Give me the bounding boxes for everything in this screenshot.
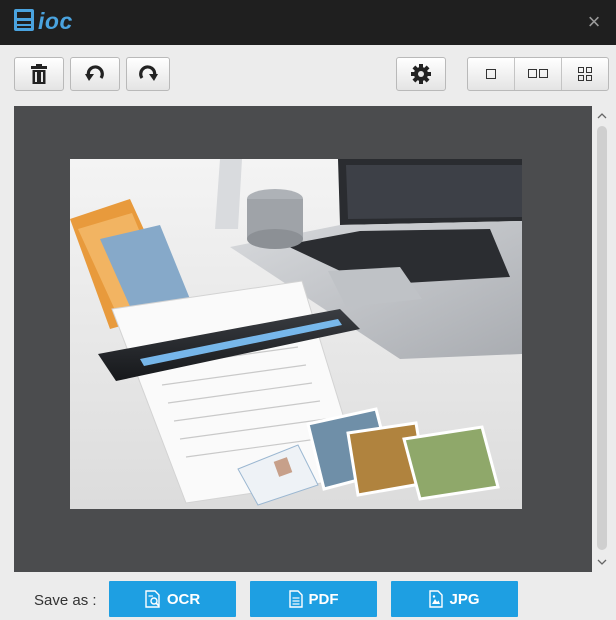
scroll-up-arrow[interactable] bbox=[592, 108, 612, 124]
save-ocr-button[interactable]: OCR bbox=[109, 581, 236, 617]
grid-icon bbox=[578, 67, 592, 81]
two-page-view-button[interactable] bbox=[515, 58, 562, 90]
view-mode-group bbox=[467, 57, 609, 91]
close-button[interactable]: × bbox=[580, 8, 608, 36]
scanned-image[interactable] bbox=[70, 159, 522, 509]
delete-button[interactable] bbox=[14, 57, 64, 91]
grid-view-button[interactable] bbox=[562, 58, 608, 90]
chevron-down-icon bbox=[597, 559, 607, 565]
save-ocr-label: OCR bbox=[166, 590, 201, 608]
app-logo-icon bbox=[14, 9, 34, 31]
rotate-left-button[interactable] bbox=[70, 57, 120, 91]
save-jpg-button[interactable]: JPG bbox=[391, 581, 518, 617]
rotate-left-icon bbox=[85, 65, 104, 81]
chevron-up-icon bbox=[597, 113, 607, 119]
settings-button[interactable] bbox=[396, 57, 446, 91]
app-name: ioc bbox=[38, 8, 73, 34]
two-page-icon bbox=[528, 69, 548, 78]
title-bar: ioc × bbox=[0, 0, 616, 45]
ocr-doc-icon bbox=[145, 590, 160, 608]
save-bar: Save as : OCR PDF JPG bbox=[0, 572, 616, 620]
rotate-right-button[interactable] bbox=[126, 57, 170, 91]
save-pdf-label: PDF bbox=[308, 590, 339, 608]
scrollbar-thumb[interactable] bbox=[597, 126, 607, 550]
toolbar bbox=[0, 45, 616, 105]
scroll-down-arrow[interactable] bbox=[592, 554, 612, 570]
save-as-label: Save as : bbox=[34, 592, 97, 609]
trash-icon bbox=[31, 64, 47, 84]
single-page-icon bbox=[486, 69, 496, 79]
pdf-doc-icon bbox=[288, 590, 303, 608]
gear-icon bbox=[411, 64, 431, 84]
scanner-photo bbox=[70, 159, 522, 509]
single-page-view-button[interactable] bbox=[468, 58, 515, 90]
image-doc-icon bbox=[429, 590, 444, 608]
rotate-right-icon bbox=[139, 65, 158, 81]
save-jpg-label: JPG bbox=[449, 590, 480, 608]
vertical-scrollbar[interactable] bbox=[592, 106, 612, 572]
save-pdf-button[interactable]: PDF bbox=[250, 581, 377, 617]
